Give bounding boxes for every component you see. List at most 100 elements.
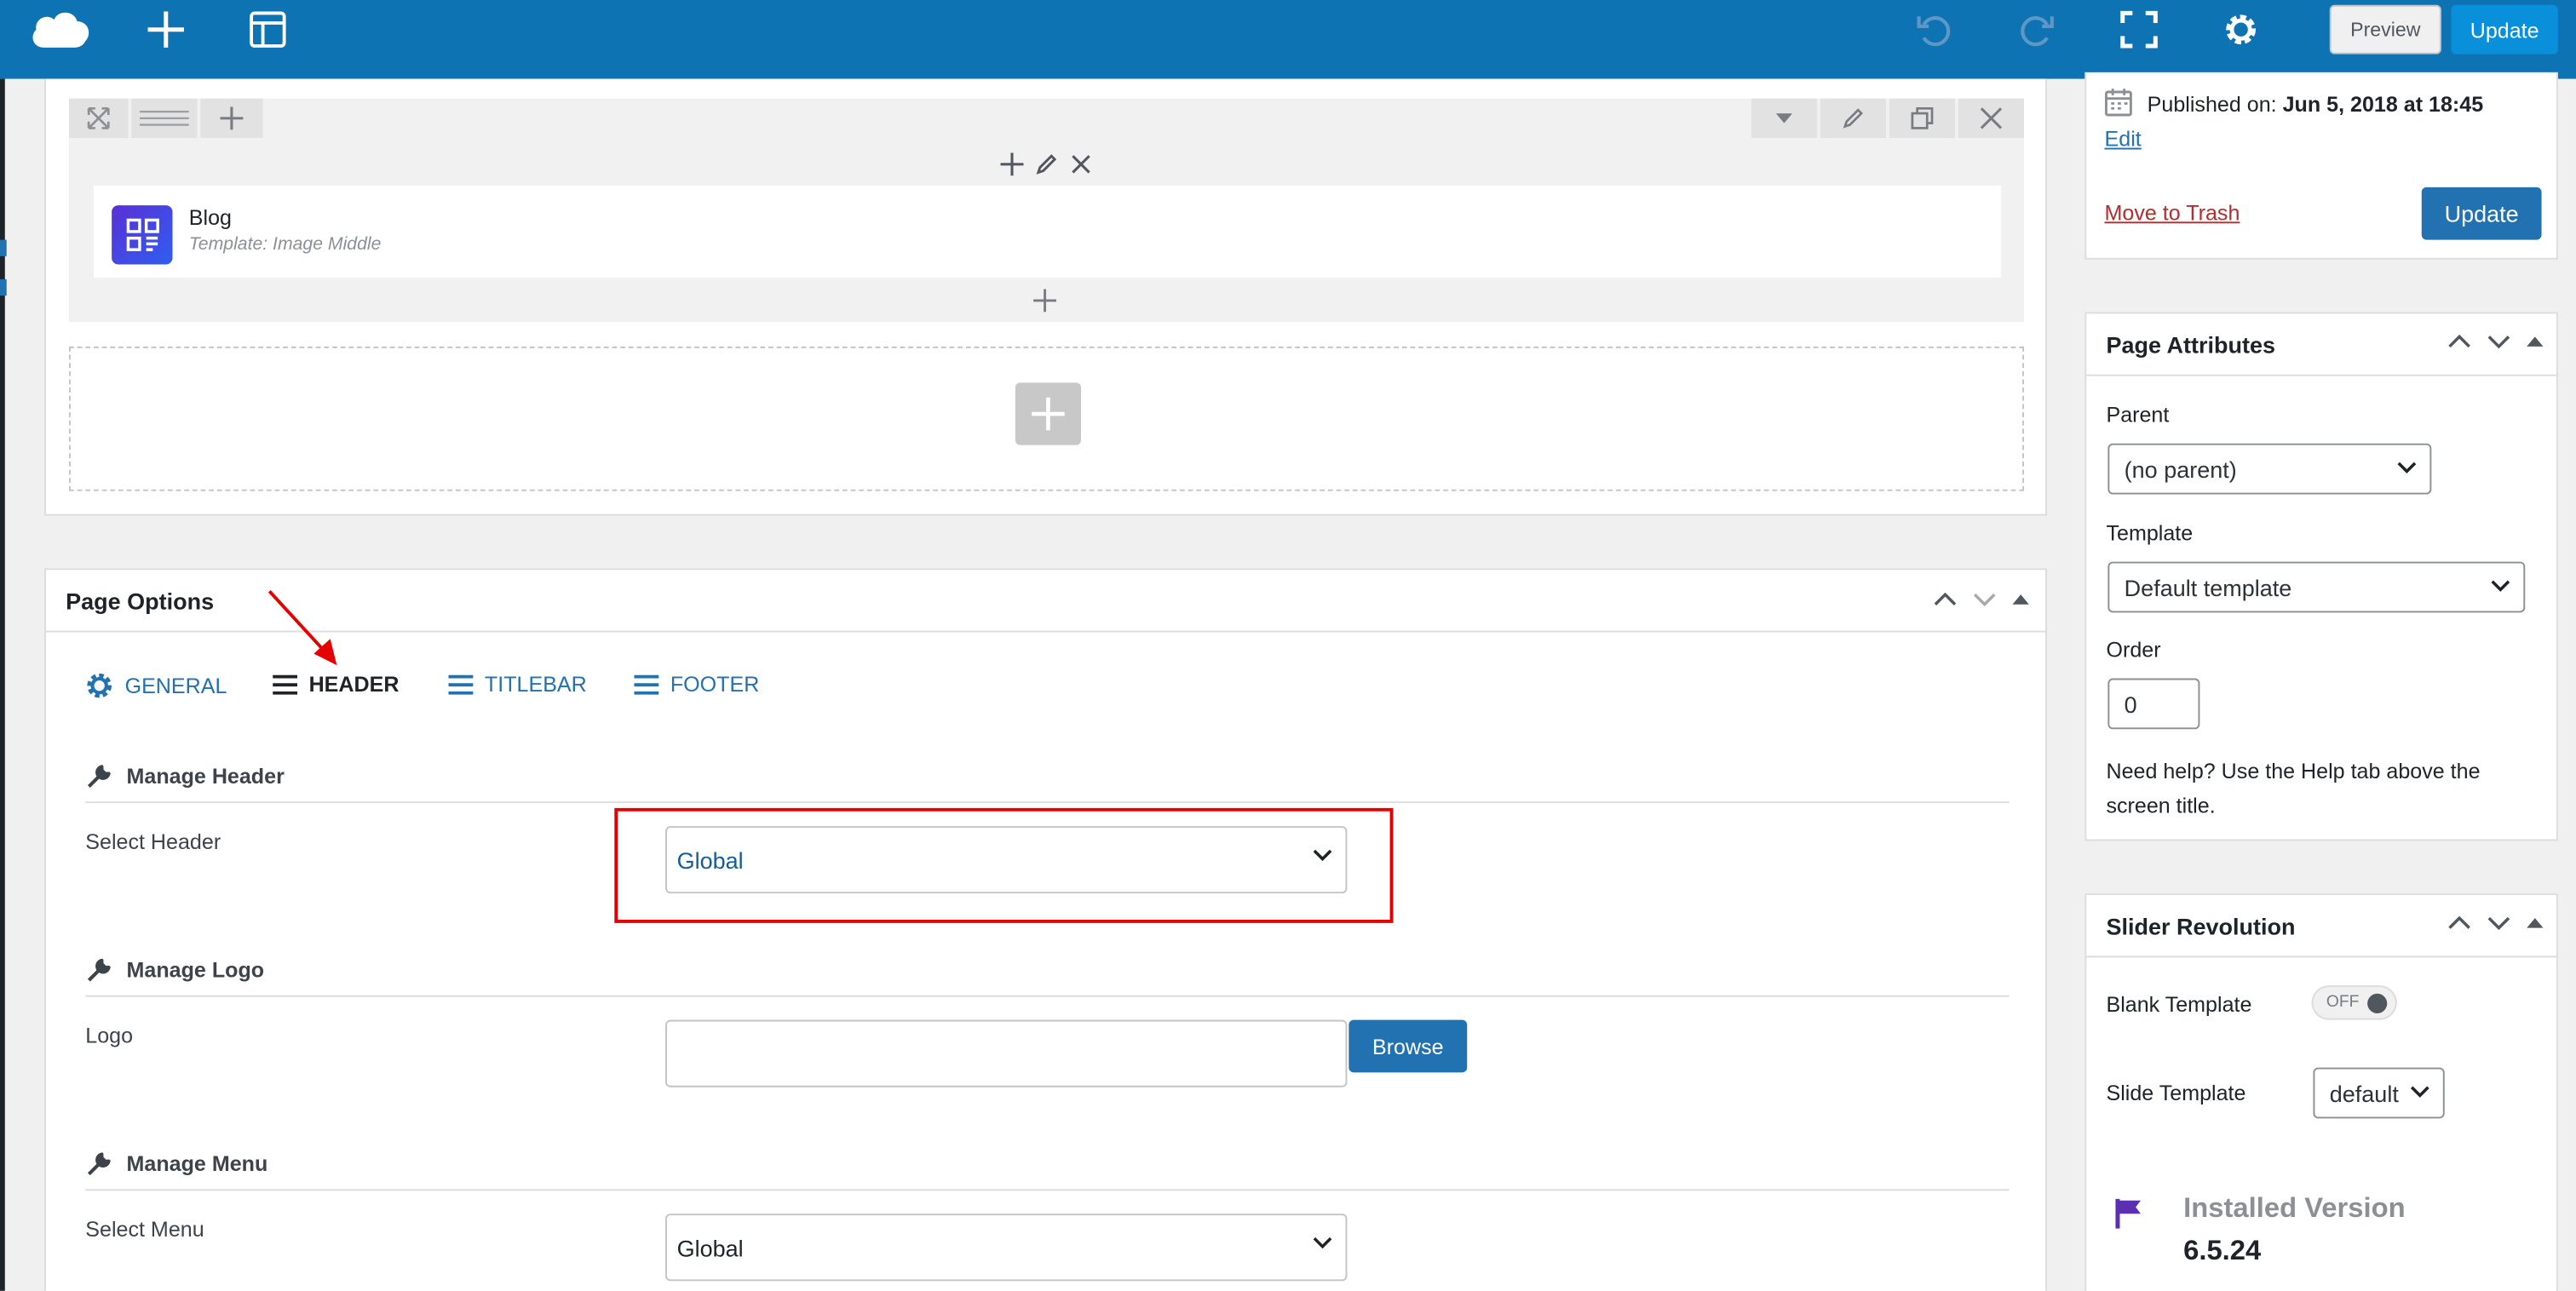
installed-version-value: 6.5.24 [2183,1235,2262,1266]
update-button[interactable]: Update [2421,186,2542,240]
blank-template-toggle[interactable]: OFF [2311,985,2397,1020]
page-builder-canvas: Blog Template: Image Middle [44,78,2048,516]
chevron-down-icon [2410,1086,2429,1099]
gear-icon [85,672,113,700]
section-divider [85,801,2010,804]
settings-gear-icon[interactable] [2220,9,2263,51]
select-menu-label: Select Menu [85,1217,204,1242]
admin-sidebar-marker [0,278,7,296]
slider-revolution-header: Slider Revolution [2086,895,2556,958]
move-to-trash-link[interactable]: Move to Trash [2105,200,2240,225]
row-delete-icon[interactable] [1958,98,2025,139]
menu-icon [448,674,474,694]
section-divider [85,1189,2010,1191]
blog-module-icon [112,205,173,265]
parent-label: Parent [2106,402,2170,427]
page-attributes-title: Page Attributes [2106,331,2276,359]
admin-sidebar-edge [0,78,5,1291]
chevron-down-icon [1313,1236,1332,1249]
tab-titlebar[interactable]: TITLEBAR [448,672,587,697]
module-template: Template: Image Middle [188,234,382,255]
parent-select[interactable]: (no parent) [2107,443,2432,495]
chevron-down-icon [2397,462,2417,474]
section-divider [85,995,2010,997]
select-header-label: Select Header [85,829,221,854]
published-date: Jun 5, 2018 at 18:45 [2282,92,2484,117]
browse-button[interactable]: Browse [1348,1019,1468,1073]
calendar-icon [2105,87,2133,117]
select-menu-dropdown[interactable]: Global [665,1214,1348,1282]
slider-revolution-title: Slider Revolution [2106,913,2296,940]
fullscreen-icon[interactable] [2118,9,2160,51]
move-down-icon[interactable] [2487,334,2510,350]
preview-button[interactable]: Preview [2329,4,2441,55]
builder-row: Blog Template: Image Middle [69,98,2025,323]
logo-url-input[interactable] [665,1019,1348,1087]
update-button-top[interactable]: Update [2451,4,2558,55]
row-expand-icon[interactable] [69,98,129,139]
cloud-logo-icon[interactable] [26,3,95,56]
tab-general[interactable]: GENERAL [85,672,227,700]
manage-header-heading: Manage Header [85,762,285,790]
row-duplicate-icon[interactable] [1889,98,1956,139]
column-delete-icon[interactable] [1070,152,1096,179]
menu-icon [634,674,659,694]
collapse-toggle-icon[interactable] [2527,916,2544,929]
select-header-dropdown[interactable]: Global [665,826,1348,894]
blank-template-label: Blank Template [2106,991,2252,1017]
slider-revolution-box: Slider Revolution Blank Template OFF Sli… [2084,893,2558,1291]
wrench-icon [85,762,113,790]
move-down-icon[interactable] [1973,591,1996,607]
manage-menu-heading: Manage Menu [85,1150,267,1178]
page-options-header: Page Options [46,570,2046,633]
add-icon[interactable] [145,9,187,51]
column-edit-icon[interactable] [1035,152,1061,179]
blog-module[interactable]: Blog Template: Image Middle [93,185,2002,278]
toggle-knob [2367,993,2388,1013]
add-row-button[interactable] [1015,382,1082,445]
help-text: Need help? Use the Help tab above the sc… [2106,759,2481,818]
builder-toolbar: Preview Update [0,0,2576,79]
page-options-title: Page Options [66,588,215,615]
empty-row-dropzone[interactable] [69,346,2025,491]
module-add-icon[interactable] [1033,289,1060,315]
move-up-icon[interactable] [2448,915,2471,931]
row-edit-icon[interactable] [1820,98,1887,139]
flag-icon [2114,1197,2144,1231]
installed-version-label: Installed Version [2183,1192,2406,1224]
published-on: Published on: Jun 5, 2018 at 18:45 [2147,92,2484,117]
red-arrow-annotation [265,587,341,668]
page-attributes-header: Page Attributes [2086,313,2556,376]
chevron-down-icon [2491,580,2510,593]
order-label: Order [2106,637,2161,663]
admin-sidebar-marker [0,239,7,256]
layout-icon[interactable] [246,9,289,51]
slide-template-label: Slide Template [2106,1081,2246,1105]
move-up-icon[interactable] [2448,334,2471,350]
wrench-icon [85,1150,113,1178]
column-add-icon[interactable] [1000,152,1027,179]
template-select[interactable]: Default template [2107,561,2526,613]
undo-icon[interactable] [1912,9,1955,51]
collapse-toggle-icon[interactable] [2527,335,2544,347]
move-down-icon[interactable] [2487,915,2510,931]
order-input[interactable]: 0 [2107,678,2200,730]
tab-footer[interactable]: FOOTER [634,672,759,697]
edit-date-link[interactable]: Edit [2105,127,2142,152]
chevron-down-icon [1313,849,1332,862]
row-dropdown-icon[interactable] [1751,98,1818,139]
manage-logo-heading: Manage Logo [85,955,264,984]
template-label: Template [2106,520,2194,546]
slide-template-select[interactable]: default [2313,1067,2445,1119]
wrench-icon [85,955,113,984]
menu-icon [273,674,298,694]
page-options-panel: Page Options GENERAL HEADER TITLEBAR FOO… [44,568,2048,1291]
module-title: Blog [188,205,232,231]
redo-icon[interactable] [2015,9,2058,51]
row-add-icon[interactable] [200,98,263,139]
collapse-toggle-icon[interactable] [2012,593,2029,605]
tab-header[interactable]: HEADER [273,672,399,697]
logo-label: Logo [85,1023,134,1048]
row-columns-icon[interactable] [131,98,198,139]
move-up-icon[interactable] [1934,591,1957,607]
